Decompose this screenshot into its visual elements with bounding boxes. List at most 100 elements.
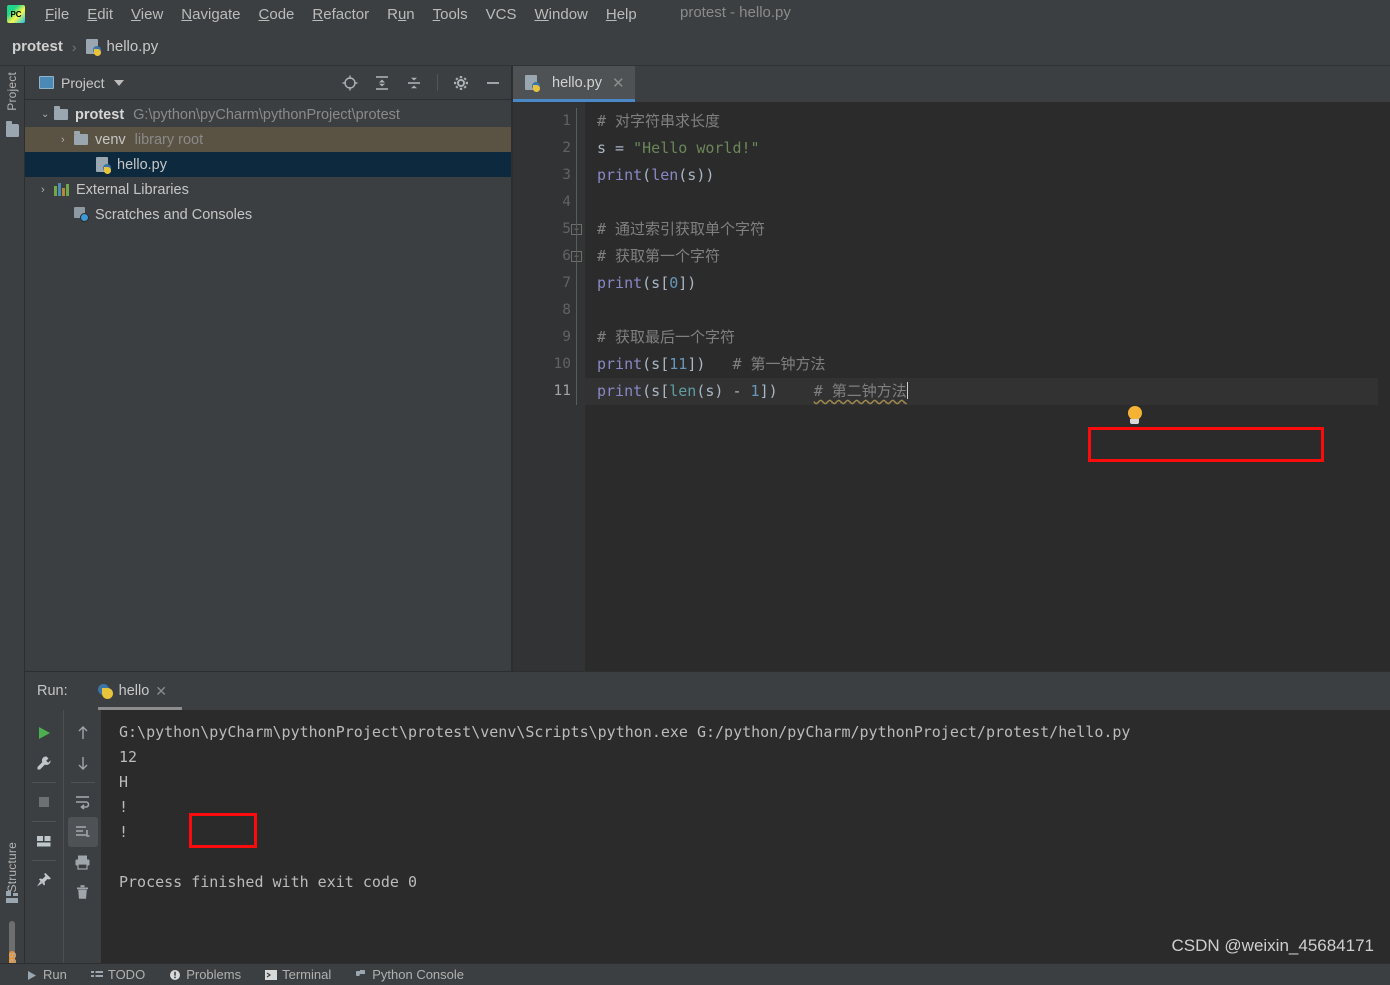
collapse-all-icon[interactable] xyxy=(405,74,423,92)
chevron-right-icon[interactable]: › xyxy=(61,134,74,146)
run-toolbar-right xyxy=(63,710,101,964)
toolbar-divider xyxy=(32,821,56,822)
code-line-1[interactable]: # 对字符串求长度 xyxy=(585,108,1390,135)
menu-item-code[interactable]: Code xyxy=(250,3,304,26)
toolbar-divider xyxy=(32,860,56,861)
editor-area: hello.py ✕ 1234567891011−− # 对字符串求长度s = … xyxy=(513,66,1390,707)
code-line-7[interactable]: print(s[0]) xyxy=(585,270,1390,297)
locate-icon[interactable] xyxy=(341,74,359,92)
breadcrumb-separator: › xyxy=(71,38,77,55)
toolbar-divider xyxy=(437,74,438,91)
stop-icon[interactable] xyxy=(29,787,59,817)
console-line: Process finished with exit code 0 xyxy=(119,873,418,891)
code-line-6[interactable]: # 获取第一个字符 xyxy=(585,243,1390,270)
run-icon[interactable] xyxy=(29,718,59,748)
print-icon[interactable] xyxy=(68,847,98,877)
code-lines[interactable]: # 对字符串求长度 s = "Hello world!" print(len(s))… xyxy=(585,102,1390,671)
statusbar-item-todo[interactable]: TODO xyxy=(79,964,157,985)
tool-button-project[interactable]: Project xyxy=(5,72,19,111)
layout-icon[interactable] xyxy=(29,826,59,856)
close-icon[interactable]: ✕ xyxy=(155,683,167,700)
terminal-icon xyxy=(265,969,278,981)
line-number: 7 xyxy=(562,275,571,291)
hide-panel-icon[interactable] xyxy=(484,74,502,92)
menu-item-vcs[interactable]: VCS xyxy=(477,3,526,26)
menu-item-view[interactable]: View xyxy=(122,3,172,26)
tree-item-label: Scratches and Consoles xyxy=(95,206,253,223)
code-token: print xyxy=(597,166,643,184)
code-editor[interactable]: 1234567891011−− # 对字符串求长度s = "Hello worl… xyxy=(513,102,1390,707)
expand-all-icon[interactable] xyxy=(373,74,391,92)
tree-item-protest[interactable]: ⌄ protest G:\python\pyCharm\pythonProject\… xyxy=(25,102,512,127)
statusbar-item-python-console[interactable]: Python Console xyxy=(343,964,476,985)
chevron-right-icon[interactable]: › xyxy=(41,184,54,196)
breadcrumb-file[interactable]: hello.py xyxy=(107,38,159,55)
statusbar-item-run[interactable]: Run xyxy=(14,964,79,985)
statusbar-item-terminal[interactable]: Terminal xyxy=(253,964,343,985)
run-panel: Run: hello ✕ G:\python\pyCharm\pythonPro… xyxy=(25,671,1390,964)
code-token: # 获取第一个字符 xyxy=(597,247,721,265)
menu-item-refactor[interactable]: Refactor xyxy=(303,3,378,26)
console-line: ! xyxy=(119,798,129,816)
pycharm-logo-icon xyxy=(7,5,25,23)
soft-wrap-icon[interactable] xyxy=(68,787,98,817)
code-token: print xyxy=(597,274,643,292)
menu-item-file[interactable]: File xyxy=(36,3,78,26)
toolbar-divider xyxy=(32,782,56,783)
libraries-icon xyxy=(54,183,69,196)
code-token: (s)) xyxy=(678,166,715,184)
status-bar: Run TODO Problems Terminal Python Console xyxy=(0,963,1390,985)
close-icon[interactable]: ✕ xyxy=(612,74,625,92)
console-output[interactable]: G:\python\pyCharm\pythonProject\protest\… xyxy=(101,710,1390,964)
tree-item-hello-py[interactable]: hello.py xyxy=(25,152,512,177)
tree-item-scratches-and-consoles[interactable]: Scratches and Consoles xyxy=(25,202,512,227)
menu-item-tools[interactable]: Tools xyxy=(424,3,477,26)
code-token: print xyxy=(597,382,643,400)
scroll-to-end-icon[interactable] xyxy=(67,817,98,847)
code-line-4[interactable] xyxy=(585,189,1390,216)
menu-item-navigate[interactable]: Navigate xyxy=(172,3,249,26)
tree-item-path: G:\python\pyCharm\pythonProject\protest xyxy=(133,106,400,123)
tree-item-label: protest xyxy=(75,106,125,123)
code-line-5[interactable]: # 通过索引获取单个字符 xyxy=(585,216,1390,243)
code-line-11[interactable]: print(s[len(s) - 1]) # 第二钟方法 xyxy=(585,378,1390,405)
tool-button-structure[interactable]: Structure xyxy=(5,842,19,893)
code-line-3[interactable]: print(len(s)) xyxy=(585,162,1390,189)
chevron-down-icon[interactable]: ⌄ xyxy=(41,109,54,120)
trash-icon[interactable] xyxy=(68,877,98,907)
tree-item-venv[interactable]: › venv library root xyxy=(25,127,512,152)
statusbar-item-label: Problems xyxy=(186,967,242,982)
statusbar-item-problems[interactable]: Problems xyxy=(157,964,253,985)
menu-item-edit[interactable]: Edit xyxy=(78,3,122,26)
code-line-2[interactable]: s = "Hello world!" xyxy=(585,135,1390,162)
menu-item-help[interactable]: Help xyxy=(597,3,646,26)
code-token: # 第一钟方法 xyxy=(705,355,826,373)
editor-right-gutter xyxy=(1378,138,1390,707)
settings-wrench-icon[interactable] xyxy=(29,748,59,778)
scroll-up-icon[interactable] xyxy=(68,718,98,748)
chevron-down-icon[interactable] xyxy=(113,79,124,86)
statusbar-item-label: Terminal xyxy=(282,967,332,982)
breadcrumb-project[interactable]: protest xyxy=(12,38,63,55)
editor-gutter[interactable]: 1234567891011−− xyxy=(513,102,585,671)
pin-icon[interactable] xyxy=(29,865,59,895)
editor-tab-hello-py[interactable]: hello.py ✕ xyxy=(513,66,635,102)
code-token: = xyxy=(606,139,634,157)
code-line-10[interactable]: print(s[11]) # 第一钟方法 xyxy=(585,351,1390,378)
scroll-down-icon[interactable] xyxy=(68,748,98,778)
run-tab-hello[interactable]: hello ✕ xyxy=(92,676,183,710)
statusbar-item-label: Run xyxy=(43,967,67,982)
code-line-9[interactable]: # 获取最后一个字符 xyxy=(585,324,1390,351)
tree-item-external-libraries[interactable]: › External Libraries xyxy=(25,177,512,202)
folder-icon xyxy=(54,106,68,120)
gear-icon[interactable] xyxy=(452,74,470,92)
intention-bulb-icon[interactable] xyxy=(1126,406,1143,426)
menu-item-run[interactable]: Run xyxy=(378,3,424,26)
structure-icon xyxy=(6,891,19,904)
menu-item-window[interactable]: Window xyxy=(526,3,597,26)
code-line-8[interactable] xyxy=(585,297,1390,324)
statusbar-item-label: TODO xyxy=(107,967,146,982)
console-line: 12 xyxy=(119,748,138,766)
project-panel-toolbar xyxy=(341,74,512,92)
